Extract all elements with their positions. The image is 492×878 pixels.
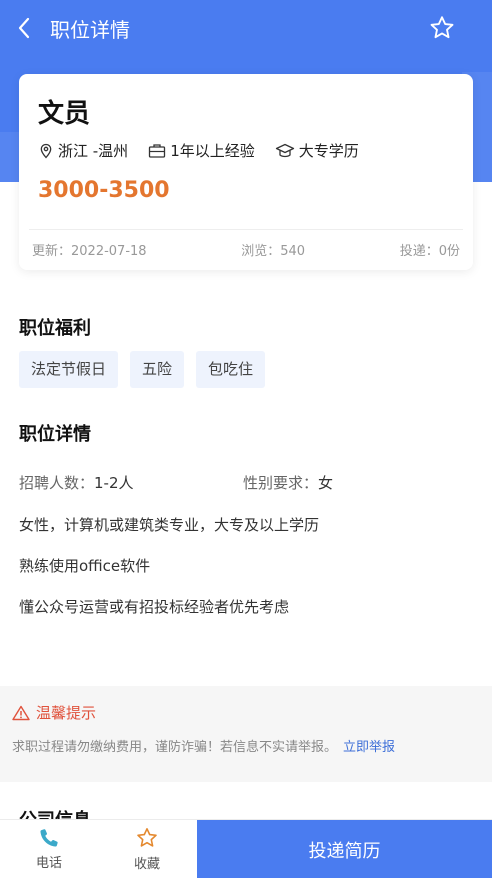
details-title: 职位详情 [19,424,91,445]
headcount: 招聘人数：1-2人 [19,474,134,492]
phone-button[interactable]: 电话 [0,820,98,878]
notice-text-row: 求职过程请勿缴纳费用，谨防诈骗！若信息不实请举报。 立即举报 [12,736,395,755]
report-link[interactable]: 立即举报 [343,740,395,755]
warning-icon [12,705,30,720]
graduation-cap-icon [275,143,294,157]
back-button[interactable] [2,0,46,56]
job-meta: 浙江 -温州 1年以上经验 大专学历 [38,140,379,161]
location-item: 浙江 -温州 [38,140,128,161]
briefcase-icon [149,143,166,158]
top-bar: 职位详情 [0,0,492,56]
job-stats: 更新：2022-07-18 浏览：540 投递：0份 [32,240,460,259]
job-summary-card: 文员 浙江 -温州 1年以上经验 大专学历 3000-3500 更新：2022-… [19,74,473,270]
benefit-tag: 五险 [130,351,185,388]
detail-line: 熟练使用office软件 [19,557,151,575]
gender-requirement: 性别要求：女 [243,474,334,492]
chevron-left-icon [18,17,30,39]
experience-item: 1年以上经验 [148,140,255,161]
bottom-action-bar: 电话 收藏 投递简历 [0,819,492,878]
experience-text: 1年以上经验 [170,142,255,160]
notice-title: 温馨提示 [36,704,97,722]
benefits-title: 职位福利 [19,318,91,339]
location-text: 浙江 -温州 [58,142,129,160]
favorite-bottom-button[interactable]: 收藏 [98,820,196,878]
applies-stat: 投递：0份 [399,244,460,259]
job-title: 文员 [38,99,91,129]
notice-header: 温馨提示 [12,702,96,723]
detail-line: 女性，计算机或建筑类专业，大专及以上学历 [19,516,320,534]
safety-notice: 温馨提示 求职过程请勿缴纳费用，谨防诈骗！若信息不实请举报。 立即举报 [0,686,492,782]
benefit-tag: 包吃住 [196,351,266,388]
star-icon [137,828,157,847]
favorite-label: 收藏 [133,857,160,872]
location-pin-icon [40,143,52,158]
requirements-row: 招聘人数：1-2人 性别要求：女 [19,472,467,493]
page-title: 职位详情 [50,17,130,42]
phone-icon [40,829,58,847]
favorite-button[interactable] [428,14,456,42]
education-item: 大专学历 [275,140,359,161]
salary: 3000-3500 [38,178,170,203]
apply-resume-button[interactable]: 投递简历 [197,820,492,878]
phone-label: 电话 [35,856,62,871]
education-text: 大专学历 [298,142,359,160]
benefit-tag: 法定节假日 [19,351,119,388]
star-outline-icon [430,16,454,39]
detail-line: 懂公众号运营或有招投标经验者优先考虑 [19,598,290,616]
updated-stat: 更新：2022-07-18 [32,244,147,259]
benefit-tags: 法定节假日 五险 包吃住 [19,351,277,388]
notice-text: 求职过程请勿缴纳费用，谨防诈骗！若信息不实请举报。 [12,740,338,755]
views-stat: 浏览：540 [241,244,306,259]
card-divider [29,229,463,230]
